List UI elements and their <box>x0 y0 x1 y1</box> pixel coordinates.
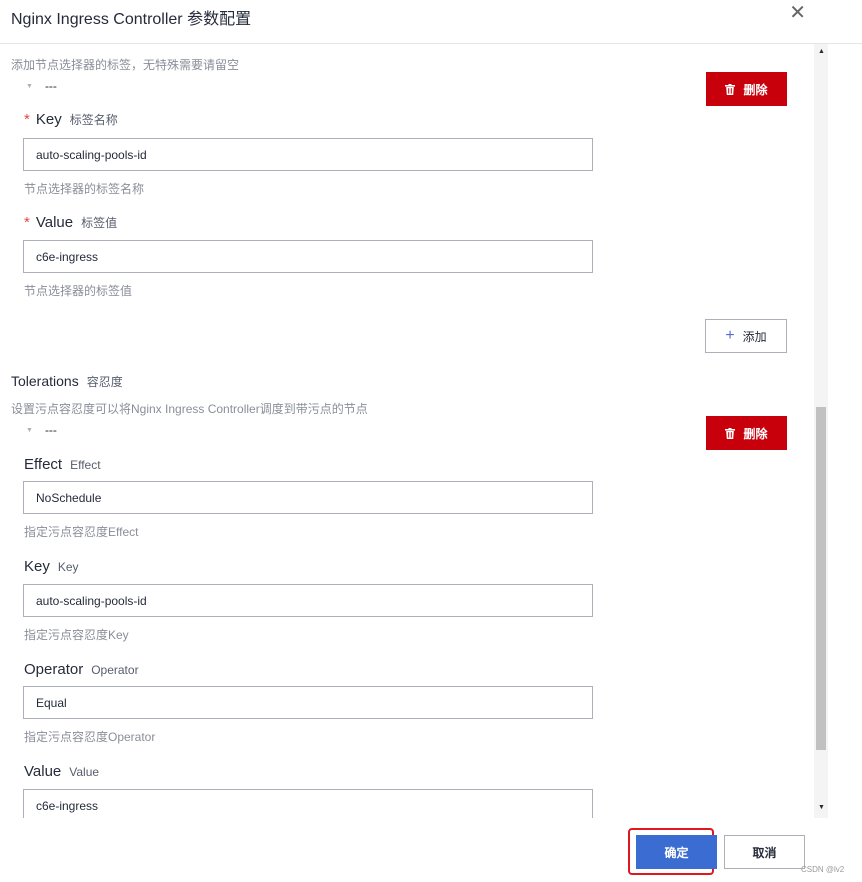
tol-effect-help: 指定污点容忍度Effect <box>24 525 139 539</box>
vertical-scrollbar[interactable]: ▲ ▼ <box>814 44 828 818</box>
node-selector-hint: 添加节点选择器的标签，无特殊需要请留空 <box>11 58 240 72</box>
dialog-body: 添加节点选择器的标签，无特殊需要请留空 ▼ --- 删除 *Key标签名称 节点选… <box>0 44 816 818</box>
trash-icon <box>725 427 736 439</box>
dialog-title: Nginx Ingress Controller 参数配置 <box>11 11 252 28</box>
scroll-up-icon[interactable]: ▲ <box>818 48 825 55</box>
add-label: 添加 <box>742 329 767 344</box>
delete-label: 删除 <box>743 82 768 97</box>
caret-down-icon: ▼ <box>26 83 33 91</box>
node-selector-item-toggle[interactable]: ▼ --- <box>26 79 57 93</box>
tol-operator-help: 指定污点容忍度Operator <box>24 730 156 744</box>
tol-key-help: 指定污点容忍度Key <box>24 628 129 642</box>
ns-key-label: * Key 标签名称 <box>24 111 118 128</box>
confirm-button[interactable]: 确定 <box>636 835 717 869</box>
tolerations-hint: 设置污点容忍度可以将Nginx Ingress Controller调度到带污点… <box>11 402 368 416</box>
toleration-item-toggle[interactable]: ▼ --- <box>26 423 57 437</box>
tol-key-label: Key Key <box>24 558 79 575</box>
trash-icon <box>725 83 736 95</box>
dialog-header: Nginx Ingress Controller 参数配置 ✕ <box>0 0 862 44</box>
required-mark: * <box>24 214 30 231</box>
scrollbar-thumb[interactable] <box>816 407 826 750</box>
delete-toleration-button[interactable]: 删除 <box>706 416 787 450</box>
ns-value-label: * Value 标签值 <box>24 214 118 231</box>
add-node-selector-button[interactable]: + 添加 <box>705 319 787 353</box>
close-icon[interactable]: ✕ <box>789 2 806 24</box>
item-marker: --- <box>44 79 57 93</box>
tol-operator-input[interactable] <box>23 686 593 719</box>
required-mark: * <box>24 111 30 128</box>
dialog-footer: 确定 取消 CSDN @lv2 <box>0 818 862 882</box>
tol-operator-label: Operator Operator <box>24 661 139 678</box>
ns-key-help: 节点选择器的标签名称 <box>24 182 145 196</box>
plus-icon: + <box>725 327 735 344</box>
delete-label: 删除 <box>743 426 768 441</box>
item-marker: --- <box>44 423 57 437</box>
tol-effect-input[interactable] <box>23 481 593 514</box>
ns-value-help: 节点选择器的标签值 <box>24 284 133 298</box>
scroll-down-icon[interactable]: ▼ <box>818 804 825 811</box>
tol-key-input[interactable] <box>23 584 593 617</box>
caret-down-icon: ▼ <box>26 427 33 435</box>
ns-key-input[interactable] <box>23 138 593 171</box>
cancel-button[interactable]: 取消 <box>724 835 805 869</box>
tol-value-input[interactable] <box>23 789 593 818</box>
tolerations-title: Tolerations 容忍度 <box>11 373 123 389</box>
tol-effect-label: Effect Effect <box>24 456 101 473</box>
ns-value-input[interactable] <box>23 240 593 273</box>
tol-value-label: Value Value <box>24 763 100 780</box>
watermark: CSDN @lv2 <box>801 865 845 874</box>
delete-node-selector-button[interactable]: 删除 <box>706 72 787 106</box>
